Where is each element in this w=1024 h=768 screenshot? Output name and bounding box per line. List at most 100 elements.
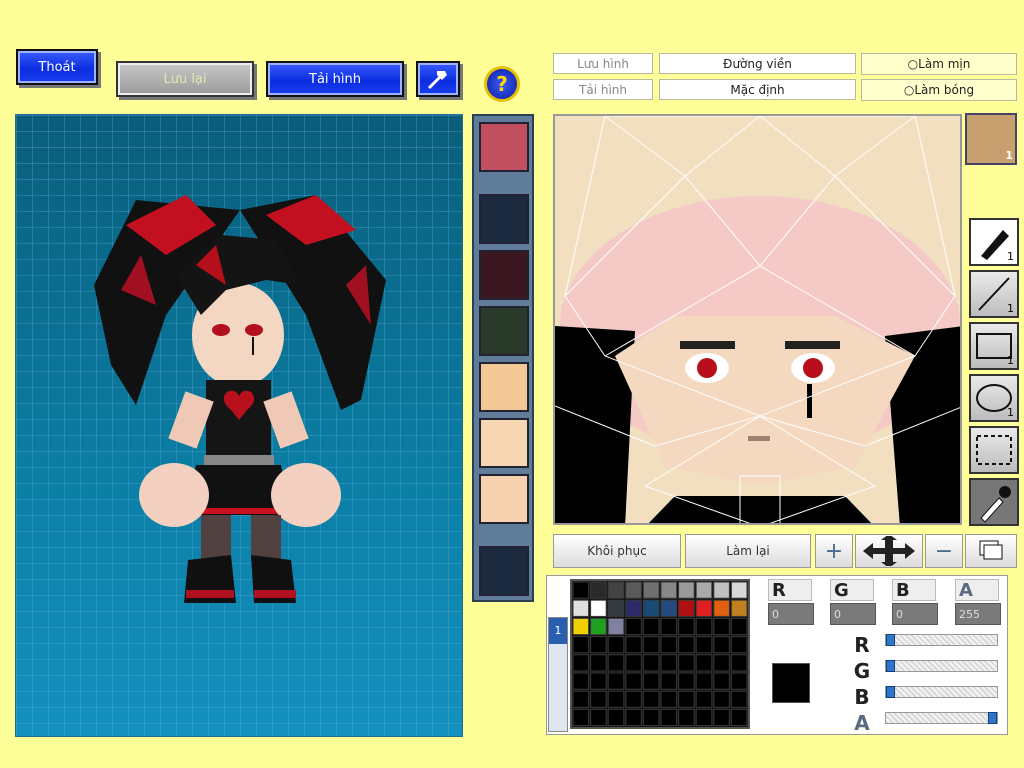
outline-button[interactable]: Đường viền: [659, 53, 856, 74]
palette-swatch[interactable]: [713, 636, 730, 654]
palette-swatch[interactable]: [713, 581, 730, 599]
face-preview-button[interactable]: 1: [965, 113, 1017, 165]
palette-swatch[interactable]: [678, 672, 695, 690]
part-thumb-body[interactable]: [479, 306, 529, 356]
palette-swatch[interactable]: [607, 636, 625, 654]
part-thumb-head[interactable]: [479, 122, 529, 172]
palette-swatch[interactable]: [730, 654, 748, 672]
palette-swatch[interactable]: [678, 599, 695, 617]
palette-swatch[interactable]: [625, 636, 642, 654]
palette-swatch[interactable]: [695, 617, 713, 636]
default-button[interactable]: Mặc định: [659, 79, 856, 100]
palette-swatch[interactable]: [642, 690, 660, 708]
palette-swatch[interactable]: [607, 581, 625, 599]
palette-swatch[interactable]: [572, 617, 590, 636]
zoom-out-button[interactable]: −: [925, 534, 963, 568]
palette-tabs[interactable]: 1: [548, 617, 568, 732]
palette-swatch[interactable]: [607, 672, 625, 690]
b-value-field[interactable]: 0: [892, 603, 938, 625]
g-value-field[interactable]: 0: [830, 603, 876, 625]
eyedropper-tool[interactable]: [969, 478, 1019, 526]
save-image-button[interactable]: Lưu hình: [553, 53, 653, 74]
palette-swatch[interactable]: [713, 708, 730, 727]
palette-swatch[interactable]: [695, 599, 713, 617]
part-thumb-empty-1[interactable]: [479, 194, 529, 244]
palette-swatch[interactable]: [625, 672, 642, 690]
select-tool[interactable]: [969, 426, 1019, 474]
palette-swatch[interactable]: [678, 581, 695, 599]
palette-swatch[interactable]: [625, 599, 642, 617]
g-slider[interactable]: [885, 660, 998, 672]
palette-swatch[interactable]: [730, 672, 748, 690]
part-thumb-hair[interactable]: [479, 250, 529, 300]
shade-option[interactable]: ○ Làm bóng: [861, 79, 1017, 101]
palette-tab-1[interactable]: 1: [549, 618, 567, 644]
palette-swatch[interactable]: [730, 617, 748, 636]
a-value-field[interactable]: 255: [955, 603, 1001, 625]
palette-swatch[interactable]: [660, 636, 678, 654]
help-button[interactable]: ?: [484, 66, 520, 102]
palette-swatch[interactable]: [730, 636, 748, 654]
palette-swatch[interactable]: [713, 617, 730, 636]
palette-swatch[interactable]: [730, 581, 748, 599]
exit-button[interactable]: Thoát: [16, 49, 98, 85]
palette-swatch[interactable]: [590, 617, 607, 636]
line-tool[interactable]: 1: [969, 270, 1019, 318]
palette-swatch[interactable]: [678, 617, 695, 636]
palette-swatch[interactable]: [660, 599, 678, 617]
palette-swatch[interactable]: [660, 708, 678, 727]
palette-swatch[interactable]: [695, 654, 713, 672]
palette-swatch[interactable]: [607, 708, 625, 727]
rectangle-tool[interactable]: 1: [969, 322, 1019, 370]
palette-swatch[interactable]: [642, 636, 660, 654]
part-thumb-face-1[interactable]: [479, 362, 529, 412]
palette-swatch[interactable]: [625, 617, 642, 636]
palette-swatch[interactable]: [607, 599, 625, 617]
b-slider[interactable]: [885, 686, 998, 698]
palette-swatch[interactable]: [660, 690, 678, 708]
palette-swatch[interactable]: [572, 708, 590, 727]
palette-swatch[interactable]: [730, 708, 748, 727]
move-button[interactable]: [855, 534, 923, 568]
palette-swatch[interactable]: [590, 672, 607, 690]
palette-swatch[interactable]: [590, 636, 607, 654]
palette-swatch[interactable]: [730, 690, 748, 708]
r-slider[interactable]: [885, 634, 998, 646]
palette-swatch[interactable]: [713, 690, 730, 708]
smooth-option[interactable]: ○ Làm mịn: [861, 53, 1017, 75]
palette-swatch[interactable]: [660, 654, 678, 672]
palette-swatch[interactable]: [625, 708, 642, 727]
a-slider[interactable]: [885, 712, 998, 724]
g-slider-handle[interactable]: [886, 660, 895, 672]
palette-swatch[interactable]: [660, 672, 678, 690]
ellipse-tool[interactable]: 1: [969, 374, 1019, 422]
palette-swatch[interactable]: [660, 581, 678, 599]
palette-swatch[interactable]: [730, 599, 748, 617]
palette-swatch[interactable]: [642, 654, 660, 672]
pen-tool[interactable]: 1: [969, 218, 1019, 266]
palette-swatch[interactable]: [695, 636, 713, 654]
palette-swatch[interactable]: [713, 599, 730, 617]
hammer-button[interactable]: [416, 61, 460, 97]
palette-swatch[interactable]: [678, 708, 695, 727]
zoom-in-button[interactable]: +: [815, 534, 853, 568]
palette-swatch[interactable]: [625, 654, 642, 672]
palette-swatch[interactable]: [607, 617, 625, 636]
palette-swatch[interactable]: [590, 581, 607, 599]
palette-swatch[interactable]: [572, 581, 590, 599]
a-slider-handle[interactable]: [988, 712, 997, 724]
palette-swatch[interactable]: [678, 636, 695, 654]
redo-button[interactable]: Làm lại: [685, 534, 811, 568]
part-thumb-empty-2[interactable]: [479, 546, 529, 596]
palette-swatch[interactable]: [642, 599, 660, 617]
palette-swatch[interactable]: [607, 690, 625, 708]
save-button[interactable]: Lưu lại: [116, 61, 254, 97]
palette-swatch[interactable]: [572, 672, 590, 690]
palette-swatch[interactable]: [572, 636, 590, 654]
r-slider-handle[interactable]: [886, 634, 895, 646]
b-slider-handle[interactable]: [886, 686, 895, 698]
palette-swatch[interactable]: [625, 581, 642, 599]
palette-swatch[interactable]: [642, 708, 660, 727]
load-image-button[interactable]: Tải hình: [266, 61, 404, 97]
r-value-field[interactable]: 0: [768, 603, 814, 625]
